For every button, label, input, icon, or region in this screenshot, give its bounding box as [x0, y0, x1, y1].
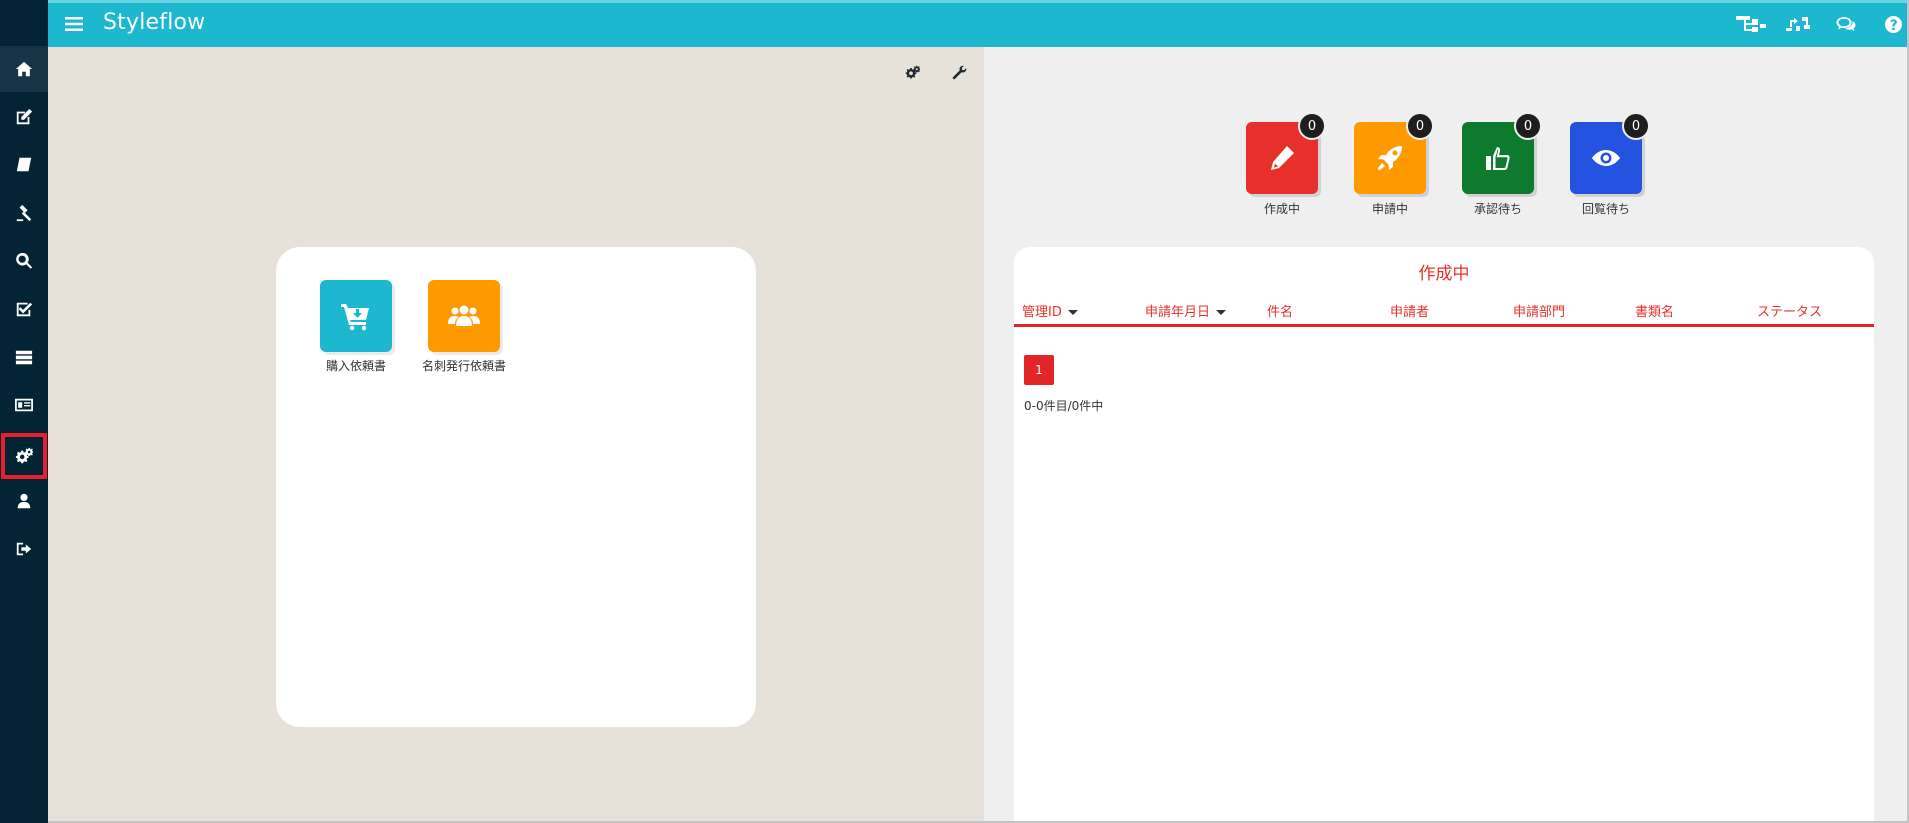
user-icon — [17, 493, 31, 509]
sidebar-item-tasks[interactable] — [0, 286, 48, 332]
dashboard-panel: 0 作成中 0 申請中 0 承認待ち 0 回覧待ち 作成中 管理ID 申請年月日… — [984, 47, 1909, 823]
top-header: Styleflow — [48, 0, 1909, 47]
column-label: 申請者 — [1390, 305, 1430, 320]
table-header: 管理ID 申請年月日 件名 申請者 申請部門 書類名 ステータス — [1014, 295, 1874, 327]
form-tile — [320, 280, 392, 352]
form-launcher-panel: 購入依頼書 名刺発行依頼書 — [48, 47, 984, 823]
status-count-badge: 0 — [1622, 112, 1650, 140]
edit-icon — [16, 108, 33, 125]
id-card-icon — [15, 398, 33, 412]
home-icon — [15, 61, 33, 77]
column-label: 申請部門 — [1513, 305, 1566, 320]
sort-down-icon — [1216, 310, 1227, 315]
status-count-badge: 0 — [1514, 112, 1542, 140]
column-label: 件名 — [1267, 305, 1294, 320]
form-business-card-request[interactable]: 名刺発行依頼書 — [409, 280, 519, 374]
form-tile — [428, 280, 500, 352]
sidebar-item-settings[interactable] — [1, 433, 47, 479]
flow-icon — [1786, 17, 1810, 31]
panel-settings-button[interactable] — [901, 61, 923, 83]
status-label: 申請中 — [1371, 202, 1408, 216]
sidebar-item-server[interactable] — [0, 334, 48, 380]
menu-icon — [65, 17, 83, 31]
status-count-badge: 0 — [1406, 112, 1434, 140]
panel-customize-button[interactable] — [948, 61, 970, 83]
column-department[interactable]: 申請部門 — [1513, 301, 1565, 320]
status-label: 回覧待ち — [1581, 202, 1630, 216]
status-label: 承認待ち — [1473, 202, 1522, 216]
column-label: 管理ID — [1022, 305, 1062, 320]
chat-button[interactable] — [1835, 13, 1857, 35]
document-list-card: 作成中 管理ID 申請年月日 件名 申請者 申請部門 書類名 ステータス 1 0… — [1014, 247, 1874, 823]
sidebar-item-user[interactable] — [0, 478, 48, 524]
logout-icon — [16, 542, 32, 556]
column-subject[interactable]: 件名 — [1267, 301, 1293, 320]
wrench-icon — [952, 65, 966, 79]
server-icon — [15, 350, 33, 365]
form-label: 購入依頼書 — [325, 359, 386, 373]
form-label: 名刺発行依頼書 — [421, 359, 506, 373]
list-title: 作成中 — [1418, 264, 1470, 284]
rocket-icon — [1378, 146, 1402, 170]
flow-button[interactable] — [1786, 13, 1814, 35]
column-label: 書類名 — [1635, 305, 1675, 320]
search-icon — [16, 252, 33, 269]
eye-icon — [1592, 150, 1620, 166]
column-application-date[interactable]: 申請年月日 — [1145, 301, 1227, 320]
pagination-page-1[interactable]: 1 — [1024, 355, 1054, 385]
status-applying[interactable]: 0 申請中 — [1345, 112, 1435, 217]
status-tile: 0 — [1462, 112, 1542, 194]
sidebar-item-id-card[interactable] — [0, 382, 48, 428]
sidebar-item-edit[interactable] — [0, 94, 48, 140]
form-purchase-request[interactable]: 購入依頼書 — [301, 280, 411, 374]
column-applicant[interactable]: 申請者 — [1390, 301, 1429, 320]
chat-icon — [1836, 17, 1856, 31]
help-button[interactable] — [1882, 13, 1904, 35]
menu-button[interactable] — [64, 14, 84, 34]
sidebar-item-search[interactable] — [0, 238, 48, 284]
thumbs-up-icon — [1486, 147, 1510, 170]
gavel-icon — [16, 204, 32, 222]
column-label: ステータス — [1757, 305, 1823, 320]
gears-icon — [15, 447, 33, 464]
status-awaiting-approval[interactable]: 0 承認待ち — [1453, 112, 1543, 217]
pencil-icon — [1271, 146, 1294, 170]
book-icon — [16, 157, 32, 172]
status-tile: 0 — [1570, 112, 1650, 194]
column-document-name[interactable]: 書類名 — [1635, 301, 1674, 320]
users-icon — [448, 305, 480, 326]
form-card: 購入依頼書 名刺発行依頼書 — [276, 247, 756, 727]
sort-down-icon — [1067, 310, 1078, 315]
org-chart-icon — [1736, 16, 1766, 32]
sidebar-item-logout[interactable] — [0, 526, 48, 572]
sidebar-item-gavel[interactable] — [0, 190, 48, 236]
sidebar — [0, 0, 48, 823]
help-icon — [1884, 15, 1902, 33]
cart-icon — [341, 304, 369, 331]
checkbox-icon — [16, 302, 33, 317]
sidebar-item-book[interactable] — [0, 142, 48, 188]
column-label: 申請年月日 — [1145, 305, 1211, 320]
column-status[interactable]: ステータス — [1757, 301, 1822, 320]
status-tile: 0 — [1354, 112, 1434, 194]
status-drafting[interactable]: 0 作成中 — [1237, 112, 1327, 217]
column-management-id[interactable]: 管理ID — [1022, 301, 1078, 320]
sidebar-item-home[interactable] — [0, 46, 48, 92]
status-awaiting-circulation[interactable]: 0 回覧待ち — [1561, 112, 1651, 217]
status-count-badge: 0 — [1298, 112, 1326, 140]
result-count: 0-0件目/0件中 — [1024, 399, 1104, 413]
status-tile: 0 — [1246, 112, 1326, 194]
org-chart-button[interactable] — [1736, 13, 1766, 35]
status-label: 作成中 — [1263, 202, 1300, 216]
gears-icon — [905, 65, 920, 78]
app-title: Styleflow — [103, 10, 206, 35]
